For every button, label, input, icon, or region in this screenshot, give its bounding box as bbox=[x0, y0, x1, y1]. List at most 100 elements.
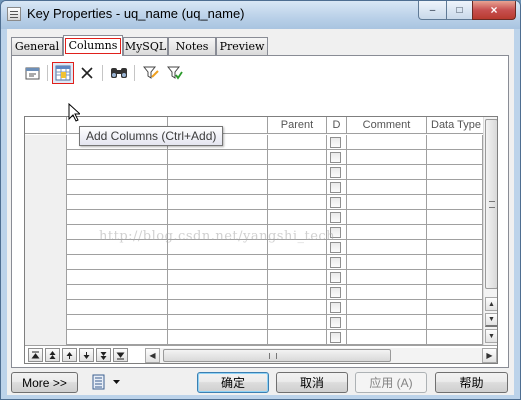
default-checkbox[interactable] bbox=[330, 317, 341, 328]
scroll-up-button[interactable]: ▲ bbox=[485, 297, 497, 311]
comment-cell[interactable] bbox=[347, 150, 427, 165]
comment-cell[interactable] bbox=[347, 255, 427, 270]
name-cell[interactable] bbox=[67, 150, 168, 165]
data-type-cell[interactable] bbox=[427, 240, 483, 255]
code-cell[interactable] bbox=[168, 300, 268, 315]
delete-button[interactable] bbox=[76, 62, 98, 84]
ok-button[interactable]: 确定 bbox=[197, 372, 269, 393]
parent-cell[interactable] bbox=[268, 195, 327, 210]
tab-general[interactable]: General bbox=[11, 37, 63, 55]
row-header-cell[interactable] bbox=[25, 195, 67, 210]
table-row[interactable] bbox=[25, 285, 483, 300]
code-cell[interactable] bbox=[168, 180, 268, 195]
data-type-cell[interactable] bbox=[427, 135, 483, 150]
table-row[interactable] bbox=[25, 270, 483, 285]
data-type-cell[interactable] bbox=[427, 255, 483, 270]
default-checkbox[interactable] bbox=[330, 197, 341, 208]
comment-cell[interactable] bbox=[347, 165, 427, 180]
parent-cell[interactable] bbox=[268, 165, 327, 180]
cancel-button[interactable]: 取消 bbox=[276, 372, 348, 393]
name-cell[interactable] bbox=[67, 315, 168, 330]
data-type-cell[interactable] bbox=[427, 300, 483, 315]
row-header-cell[interactable] bbox=[25, 330, 67, 345]
parent-cell[interactable] bbox=[268, 330, 327, 345]
parent-cell[interactable] bbox=[268, 150, 327, 165]
move-page-down-button[interactable] bbox=[96, 348, 111, 362]
horizontal-scrollbar[interactable]: ◀ ▶ bbox=[145, 348, 497, 363]
scroll-left-button[interactable]: ◀ bbox=[145, 348, 160, 363]
name-cell[interactable] bbox=[67, 300, 168, 315]
default-checkbox[interactable] bbox=[330, 302, 341, 313]
scroll-bottom-button[interactable]: ▼ bbox=[485, 329, 497, 343]
d-cell[interactable] bbox=[327, 195, 347, 210]
table-row[interactable] bbox=[25, 180, 483, 195]
name-cell[interactable] bbox=[67, 210, 168, 225]
vertical-scroll-thumb[interactable] bbox=[485, 119, 497, 289]
maximize-button[interactable]: □ bbox=[446, 1, 473, 20]
table-row[interactable] bbox=[25, 210, 483, 225]
name-cell[interactable] bbox=[67, 330, 168, 345]
help-button[interactable]: 帮助 bbox=[435, 372, 508, 393]
code-cell[interactable] bbox=[168, 270, 268, 285]
minimize-button[interactable]: – bbox=[418, 1, 447, 20]
name-cell[interactable] bbox=[67, 180, 168, 195]
menu-dropdown-button[interactable] bbox=[91, 373, 125, 392]
table-row[interactable] bbox=[25, 315, 483, 330]
comment-cell[interactable] bbox=[347, 210, 427, 225]
row-header-cell[interactable] bbox=[25, 135, 67, 150]
default-checkbox[interactable] bbox=[330, 287, 341, 298]
table-row[interactable] bbox=[25, 150, 483, 165]
column-header-data-type[interactable]: Data Type bbox=[427, 117, 483, 134]
comment-cell[interactable] bbox=[347, 315, 427, 330]
parent-cell[interactable] bbox=[268, 315, 327, 330]
table-row[interactable] bbox=[25, 165, 483, 180]
scroll-right-button[interactable]: ▶ bbox=[482, 348, 497, 363]
default-checkbox[interactable] bbox=[330, 137, 341, 148]
row-header-cell[interactable] bbox=[25, 270, 67, 285]
parent-cell[interactable] bbox=[268, 210, 327, 225]
parent-cell[interactable] bbox=[268, 285, 327, 300]
table-row[interactable] bbox=[25, 255, 483, 270]
name-cell[interactable] bbox=[67, 240, 168, 255]
default-checkbox[interactable] bbox=[330, 332, 341, 343]
tab-mysql[interactable]: MySQL bbox=[123, 37, 168, 55]
comment-cell[interactable] bbox=[347, 225, 427, 240]
row-header-cell[interactable] bbox=[25, 255, 67, 270]
row-header-cell[interactable] bbox=[25, 285, 67, 300]
more-button[interactable]: More >> bbox=[11, 372, 78, 393]
row-header-cell[interactable] bbox=[25, 240, 67, 255]
code-cell[interactable] bbox=[168, 255, 268, 270]
close-button[interactable]: × bbox=[472, 1, 516, 20]
apply-button[interactable]: 应用 (A) bbox=[355, 372, 427, 393]
comment-cell[interactable] bbox=[347, 300, 427, 315]
data-type-cell[interactable] bbox=[427, 150, 483, 165]
row-header-cell[interactable] bbox=[25, 210, 67, 225]
code-cell[interactable] bbox=[168, 330, 268, 345]
tab-notes[interactable]: Notes bbox=[168, 37, 216, 55]
tab-columns[interactable]: Columns bbox=[63, 35, 123, 56]
row-header-cell[interactable] bbox=[25, 225, 67, 240]
d-cell[interactable] bbox=[327, 330, 347, 345]
data-type-cell[interactable] bbox=[427, 180, 483, 195]
name-cell[interactable] bbox=[67, 165, 168, 180]
title-bar[interactable]: Key Properties - uq_name (uq_name) – □ × bbox=[1, 1, 520, 29]
comment-cell[interactable] bbox=[347, 240, 427, 255]
data-type-cell[interactable] bbox=[427, 285, 483, 300]
data-type-cell[interactable] bbox=[427, 195, 483, 210]
name-cell[interactable] bbox=[67, 270, 168, 285]
d-cell[interactable] bbox=[327, 315, 347, 330]
move-first-button[interactable] bbox=[28, 348, 43, 362]
name-cell[interactable] bbox=[67, 225, 168, 240]
column-header-d[interactable]: D bbox=[327, 117, 347, 134]
default-checkbox[interactable] bbox=[330, 152, 341, 163]
filter-button[interactable] bbox=[140, 62, 162, 84]
tab-preview[interactable]: Preview bbox=[216, 37, 268, 55]
parent-cell[interactable] bbox=[268, 180, 327, 195]
add-columns-button[interactable] bbox=[52, 62, 74, 84]
default-checkbox[interactable] bbox=[330, 227, 341, 238]
comment-cell[interactable] bbox=[347, 285, 427, 300]
code-cell[interactable] bbox=[168, 315, 268, 330]
row-header-cell[interactable] bbox=[25, 180, 67, 195]
parent-cell[interactable] bbox=[268, 135, 327, 150]
row-header-cell[interactable] bbox=[25, 165, 67, 180]
